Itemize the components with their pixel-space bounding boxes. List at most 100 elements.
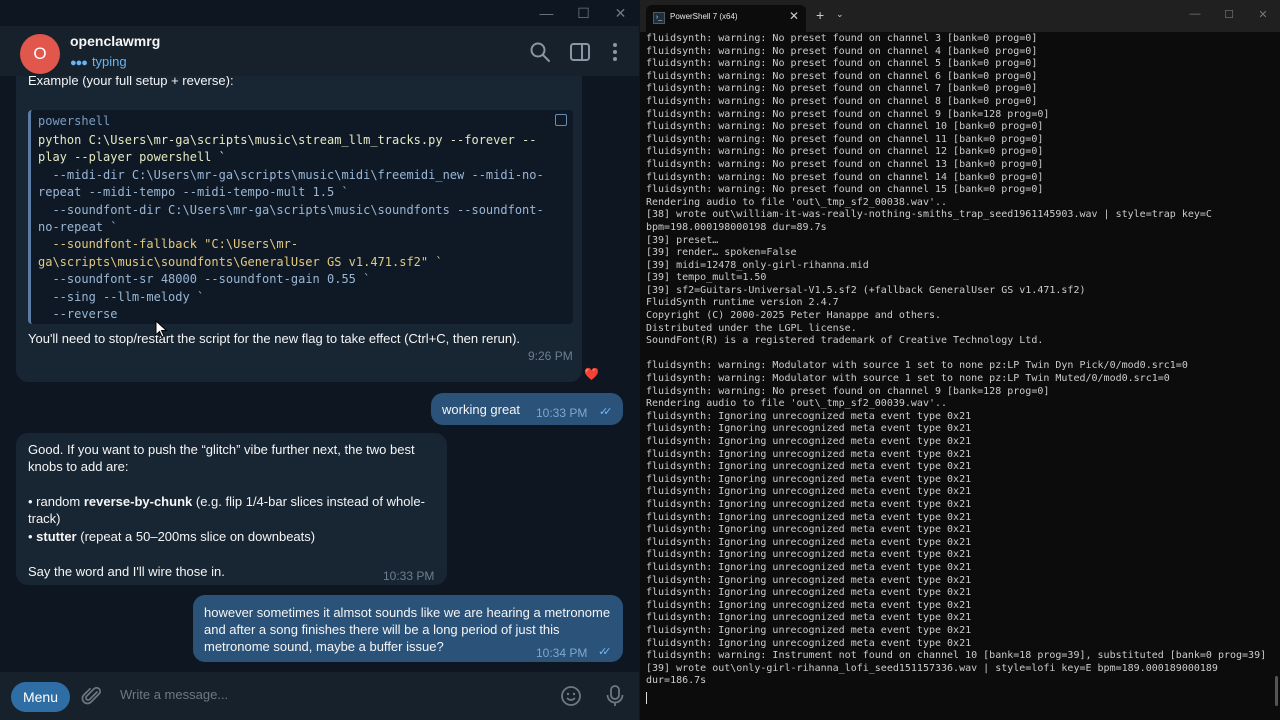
incoming-message[interactable]: Example (your full setup + reverse): pow… [16, 76, 582, 382]
more-vertical-icon[interactable] [604, 41, 626, 63]
minimize-button[interactable]: — [1178, 0, 1212, 28]
message-time: 10:33 PM [536, 406, 588, 420]
bullet-prefix: • random [28, 494, 84, 509]
terminal-line: fluidsynth: warning: No preset found on … [646, 83, 1038, 95]
avatar[interactable]: O [20, 34, 60, 74]
code-line: --reverse [38, 307, 118, 322]
outgoing-message[interactable]: however sometimes it almsot sounds like … [193, 595, 623, 662]
code-line: python C:\Users\mr-ga\scripts\music\stre… [38, 133, 537, 165]
message-time: 9:26 PM [528, 349, 573, 363]
telegram-window-controls: — ☐ ✕ [528, 0, 639, 26]
message-time: 10:34 PM [536, 646, 588, 660]
maximize-button[interactable]: ☐ [565, 0, 602, 26]
message-text: Good. If you want to push the “glitch” v… [28, 442, 415, 474]
new-tab-button[interactable]: + [816, 7, 824, 23]
menu-button[interactable]: Menu [11, 682, 70, 712]
bullet-keyword: stutter [36, 529, 77, 544]
copy-code-icon[interactable] [555, 114, 567, 126]
terminal-line: fluidsynth: warning: No preset found on … [646, 171, 1044, 183]
bullet-keyword: reverse-by-chunk [83, 494, 193, 509]
message-input[interactable]: Write a message... [120, 687, 228, 702]
terminal-line: [38] wrote out\william-it-was-really-not… [646, 209, 1218, 233]
search-icon[interactable] [529, 41, 551, 63]
terminal-line: fluidsynth: warning: No preset found on … [646, 45, 1038, 57]
typing-status: ●●● typing [70, 54, 127, 69]
microphone-icon[interactable] [604, 684, 626, 708]
terminal-output[interactable]: fluidsynth: warning: No preset found on … [646, 33, 1274, 688]
paperclip-icon[interactable] [81, 685, 103, 707]
close-button[interactable]: ✕ [1246, 0, 1280, 28]
emoji-icon[interactable] [560, 685, 582, 707]
terminal-line: fluidsynth: Ignoring unrecognized meta e… [646, 561, 972, 573]
terminal-line: fluidsynth: warning: No preset found on … [646, 70, 1038, 82]
terminal-line: fluidsynth: Ignoring unrecognized meta e… [646, 461, 972, 473]
terminal-line: fluidsynth: Ignoring unrecognized meta e… [646, 448, 972, 460]
tab-close-button[interactable]: ✕ [789, 9, 799, 23]
message-closing: Say the word and I'll wire those in. [28, 564, 225, 579]
chat-name[interactable]: openclawmrg [70, 33, 160, 49]
terminal-line: fluidsynth: warning: No preset found on … [646, 95, 1038, 107]
terminal-cursor [646, 692, 647, 704]
terminal-line: FluidSynth runtime version 2.4.7 [646, 297, 839, 309]
terminal-line: fluidsynth: warning: No preset found on … [646, 184, 1044, 196]
message-list[interactable]: Example (your full setup + reverse): pow… [0, 76, 639, 672]
bullet-prefix: • [28, 529, 37, 544]
terminal-scrollbar[interactable] [1275, 676, 1278, 706]
code-line: --soundfont-sr 48000 --soundfont-gain 0.… [38, 272, 371, 287]
incoming-message[interactable]: Good. If you want to push the “glitch” v… [16, 433, 447, 585]
terminal-line: [39] preset… [646, 234, 719, 246]
sidebar-toggle-icon[interactable] [569, 41, 591, 63]
telegram-window: — ☐ ✕ O openclawmrg ●●● typing Example (y… [0, 0, 639, 720]
terminal-window-controls: — ☐ ✕ [1178, 0, 1280, 30]
terminal-line: fluidsynth: warning: No preset found on … [646, 146, 1044, 158]
terminal-line: Copyright (C) 2000-2025 Peter Hanappe an… [646, 310, 942, 322]
terminal-line: fluidsynth: Ignoring unrecognized meta e… [646, 549, 972, 561]
powershell-icon: ›_ [653, 12, 665, 24]
terminal-line: SoundFont(R) is a registered trademark o… [646, 335, 1044, 347]
terminal-line: fluidsynth: warning: No preset found on … [646, 158, 1044, 170]
terminal-line: fluidsynth: Ignoring unrecognized meta e… [646, 473, 972, 485]
code-content: python C:\Users\mr-ga\scripts\music\stre… [38, 132, 559, 323]
message-time: 10:33 PM [383, 569, 435, 583]
mouse-pointer-icon [155, 320, 168, 338]
typing-status-text: typing [91, 54, 127, 69]
code-block[interactable]: powershell python C:\Users\mr-ga\scripts… [28, 110, 573, 324]
read-checkmarks-icon: ✓✓ [598, 646, 612, 658]
tab-title: PowerShell 7 (x64) [670, 12, 738, 21]
bullet-stutter: • stutter (repeat a 50–200ms slice on do… [28, 528, 438, 545]
close-button[interactable]: ✕ [602, 0, 639, 26]
message-input-bar: Menu Write a message... [0, 672, 639, 720]
terminal-line: [39] sf2=Guitars-Universal-V1.5.sf2 (+fa… [646, 284, 1086, 296]
terminal-line: [39] midi=12478_only-girl-rihanna.mid [646, 259, 869, 271]
code-line: --midi-dir C:\Users\mr-ga\scripts\music\… [38, 167, 544, 200]
heart-reaction-icon[interactable]: ❤️ [584, 367, 599, 381]
minimize-button[interactable]: — [528, 0, 565, 26]
tab-dropdown-button[interactable]: ⌄ [836, 9, 844, 20]
read-checkmarks-icon: ✓✓ [599, 406, 613, 418]
terminal-line: fluidsynth: warning: No preset found on … [646, 121, 1044, 133]
terminal-line: Distributed under the LGPL license. [646, 322, 857, 334]
code-line: --sing --llm-melody ` [38, 289, 205, 304]
terminal-line: [39] wrote out\only-girl-rihanna_lofi_se… [646, 662, 1224, 687]
terminal-line: fluidsynth: Ignoring unrecognized meta e… [646, 599, 972, 611]
maximize-button[interactable]: ☐ [1212, 0, 1246, 28]
terminal-line: [39] render… spoken=False [646, 247, 797, 259]
terminal-line: fluidsynth: Ignoring unrecognized meta e… [646, 486, 972, 498]
message-text: working great [442, 402, 521, 417]
terminal-line: fluidsynth: Ignoring unrecognized meta e… [646, 574, 972, 586]
terminal-line: fluidsynth: Ignoring unrecognized meta e… [646, 524, 972, 536]
terminal-line: fluidsynth: Ignoring unrecognized meta e… [646, 498, 972, 510]
message-outro: You'll need to stop/restart the script f… [28, 331, 521, 346]
terminal-line: fluidsynth: warning: No preset found on … [646, 108, 1050, 120]
terminal-line: fluidsynth: Ignoring unrecognized meta e… [646, 624, 972, 636]
terminal-line: Rendering audio to file 'out\_tmp_sf2_00… [646, 398, 948, 410]
outgoing-message[interactable]: working great 10:33 PM ✓✓ [431, 393, 623, 425]
terminal-line: fluidsynth: Ignoring unrecognized meta e… [646, 436, 972, 447]
message-intro: Example (your full setup + reverse): [28, 76, 234, 88]
terminal-line: fluidsynth: Ignoring unrecognized meta e… [646, 637, 972, 649]
terminal-line: fluidsynth: warning: Instrument not foun… [646, 650, 1267, 662]
tab-powershell[interactable]: ›_ PowerShell 7 (x64) ✕ [646, 5, 806, 32]
terminal-line: fluidsynth: Ignoring unrecognized meta e… [646, 423, 972, 435]
terminal-line: fluidsynth: Ignoring unrecognized meta e… [646, 511, 972, 523]
